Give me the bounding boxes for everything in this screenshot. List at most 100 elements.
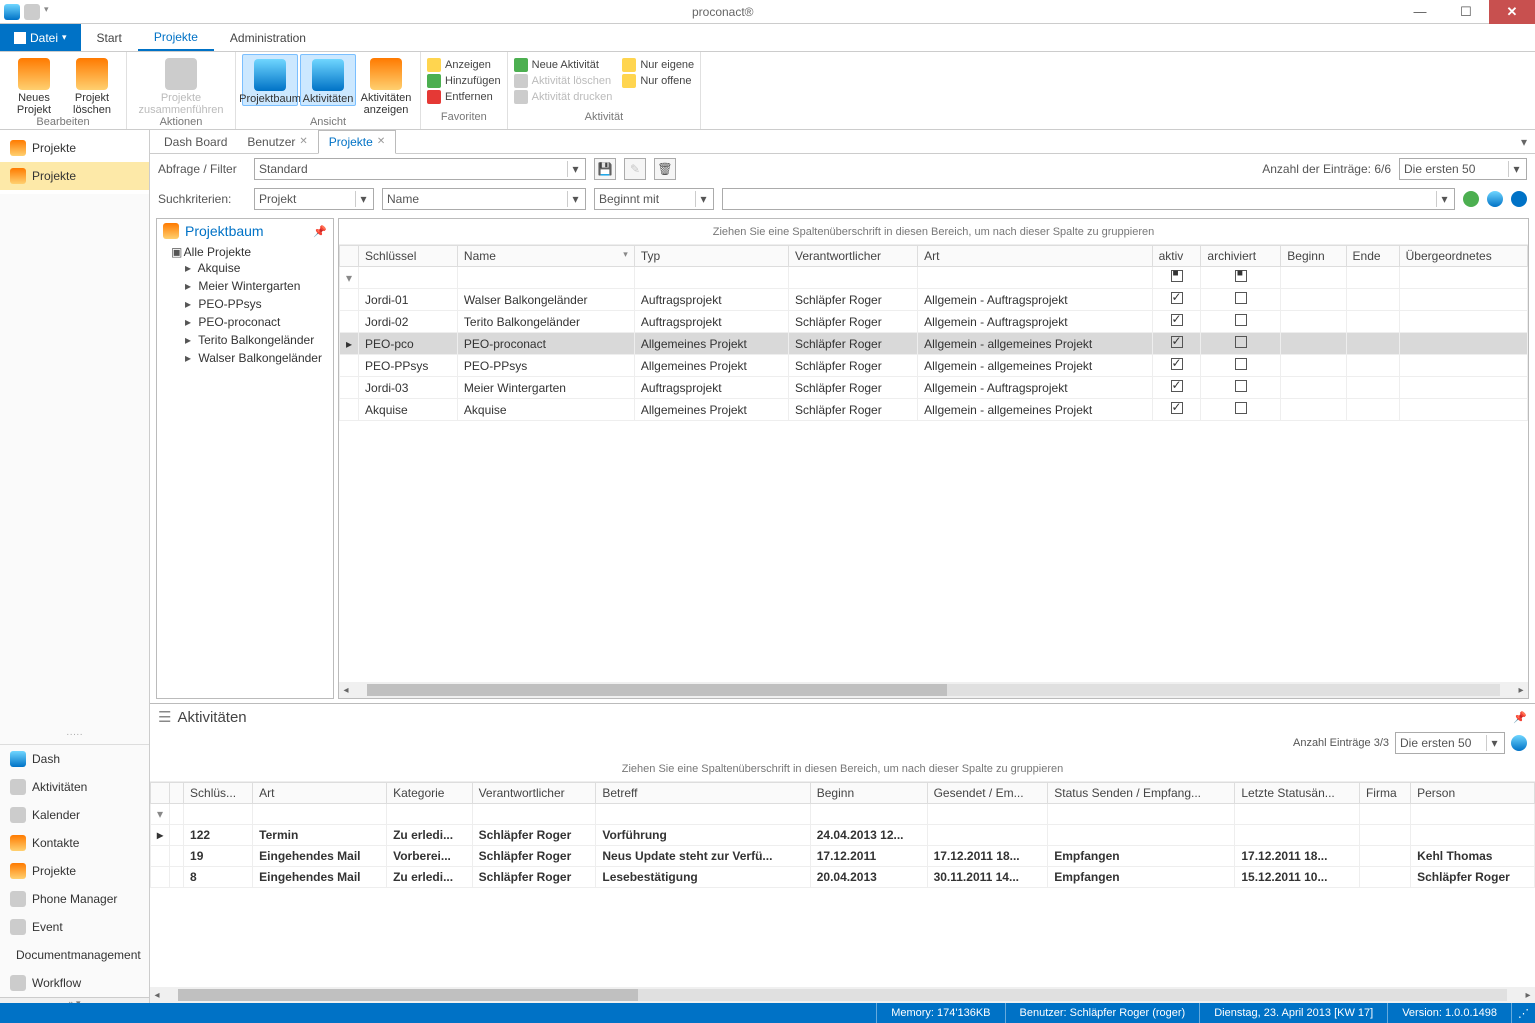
edit-filter-button[interactable]: ✎ [624, 158, 646, 180]
delete-filter-button[interactable]: 🗑 [654, 158, 676, 180]
fav-entfernen[interactable]: Entfernen [427, 90, 501, 104]
tree-item[interactable]: ▸ Meier Wintergarten [185, 277, 333, 295]
tab-benutzer[interactable]: Benutzer✕ [237, 131, 317, 153]
col-header[interactable]: Typ [634, 246, 788, 267]
tab-dashboard[interactable]: Dash Board [154, 131, 237, 153]
nav-item-phone manager[interactable]: Phone Manager [0, 885, 149, 913]
tree-root[interactable]: ▣ Alle Projekte ▸ Akquise▸ Meier Winterg… [171, 243, 333, 369]
table-row[interactable]: 19Eingehendes MailVorberei...Schläpfer R… [151, 846, 1535, 867]
neues-projekt-button[interactable]: Neues Projekt [6, 54, 62, 116]
fav-hinzufuegen[interactable]: Hinzufügen [427, 74, 501, 88]
globe-button[interactable] [1511, 191, 1527, 207]
status-resize-grip[interactable]: ⋰ [1511, 1003, 1535, 1023]
save-filter-button[interactable]: 💾 [594, 158, 616, 180]
col-header[interactable]: Status Senden / Empfang... [1048, 783, 1235, 804]
tree-item[interactable]: ▸ Akquise [185, 259, 333, 277]
search-value-input[interactable]: ▾ [722, 188, 1455, 210]
nav-item-aktivitäten[interactable]: Aktivitäten [0, 773, 149, 801]
col-header[interactable]: Schlüssel [359, 246, 458, 267]
pin-icon[interactable]: 📌 [1513, 711, 1527, 724]
col-header[interactable]: Art [918, 246, 1152, 267]
col-header[interactable]: Letzte Statusän... [1235, 783, 1360, 804]
nav-item-workflow[interactable]: Workflow [0, 969, 149, 997]
activities-horizontal-scroll[interactable]: ◂▸ [150, 987, 1535, 1003]
nur-offene[interactable]: Nur offene [622, 74, 694, 88]
group-drop-hint[interactable]: Ziehen Sie eine Spaltenüberschrift in di… [339, 219, 1528, 245]
page-size-select[interactable]: Die ersten 50▾ [1399, 158, 1527, 180]
filter-abfrage-select[interactable]: Standard▾ [254, 158, 586, 180]
tree-item[interactable]: ▸ Terito Balkongeländer [185, 331, 333, 349]
table-row[interactable]: 8Eingehendes MailZu erledi...Schläpfer R… [151, 867, 1535, 888]
tab-administration[interactable]: Administration [214, 24, 322, 51]
minimize-button[interactable]: — [1397, 0, 1443, 24]
close-icon[interactable]: ✕ [377, 136, 385, 147]
col-header[interactable]: Art [253, 783, 387, 804]
table-row[interactable]: ▸122TerminZu erledi...Schläpfer RogerVor… [151, 825, 1535, 846]
col-header[interactable]: Ende [1346, 246, 1399, 267]
col-header[interactable]: Person [1411, 783, 1535, 804]
col-header[interactable]: Gesendet / Em... [927, 783, 1048, 804]
left-projekte-2[interactable]: Projekte [0, 162, 149, 190]
table-row[interactable]: AkquiseAkquiseAllgemeines ProjektSchläpf… [340, 399, 1528, 421]
nav-item-projekte[interactable]: Projekte [0, 857, 149, 885]
col-header[interactable]: Schlüs... [184, 783, 253, 804]
activities-group-hint[interactable]: Ziehen Sie eine Spaltenüberschrift in di… [150, 756, 1535, 782]
col-header[interactable]: aktiv [1152, 246, 1201, 267]
tab-start[interactable]: Start [81, 24, 138, 51]
table-row[interactable]: ▸PEO-pcoPEO-proconactAllgemeines Projekt… [340, 333, 1528, 355]
col-header[interactable]: Beginn [810, 783, 927, 804]
table-row[interactable]: Jordi-03Meier WintergartenAuftragsprojek… [340, 377, 1528, 399]
table-row[interactable]: Jordi-02Terito BalkongeländerAuftragspro… [340, 311, 1528, 333]
nav-item-event[interactable]: Event [0, 913, 149, 941]
nav-icon [10, 975, 26, 991]
activities-pagesize-select[interactable]: Die ersten 50▾ [1395, 732, 1505, 754]
search-operator-select[interactable]: Beginnt mit▾ [594, 188, 714, 210]
tree-item[interactable]: ▸ PEO-PPsys [185, 295, 333, 313]
nav-item-documentmanagement[interactable]: Documentmanagement [0, 941, 149, 969]
add-criteria-button[interactable] [1463, 191, 1479, 207]
fav-anzeigen[interactable]: Anzeigen [427, 58, 501, 72]
close-icon[interactable]: ✕ [299, 136, 307, 147]
tree-item[interactable]: ▸ PEO-proconact [185, 313, 333, 331]
aktivitaeten-anzeigen-button[interactable]: Aktivitäten anzeigen [358, 54, 414, 116]
nur-eigene[interactable]: Nur eigene [622, 58, 694, 72]
resize-dots[interactable]: ····· [0, 725, 149, 744]
col-header[interactable]: archiviert [1201, 246, 1281, 267]
nav-item-kontakte[interactable]: Kontakte [0, 829, 149, 857]
nav-item-dash[interactable]: Dash [0, 745, 149, 773]
tabs-menu-icon[interactable]: ▾ [1513, 135, 1535, 149]
projektbaum-button[interactable]: Projektbaum [242, 54, 298, 106]
col-header[interactable]: Kategorie [387, 783, 473, 804]
projects-horizontal-scroll[interactable]: ◂▸ [339, 682, 1528, 698]
activities-refresh-button[interactable] [1511, 735, 1527, 751]
col-header[interactable]: Betreff [596, 783, 810, 804]
refresh-button[interactable] [1487, 191, 1503, 207]
tree-item[interactable]: ▸ Walser Balkongeländer [185, 349, 333, 367]
left-projekte-1[interactable]: Projekte [0, 134, 149, 162]
projekt-loeschen-button[interactable]: Projekt löschen [64, 54, 120, 116]
activities-grid[interactable]: Schlüs...ArtKategorieVerantwortlicherBet… [150, 782, 1535, 987]
close-button[interactable]: ✕ [1489, 0, 1535, 24]
projects-grid[interactable]: SchlüsselName▾TypVerantwortlicherArtakti… [339, 245, 1528, 682]
col-header[interactable]: Beginn [1281, 246, 1346, 267]
col-header[interactable]: Verantwortlicher [789, 246, 918, 267]
table-row[interactable]: Jordi-01Walser BalkongeländerAuftragspro… [340, 289, 1528, 311]
col-header[interactable]: Übergeordnetes [1399, 246, 1527, 267]
file-tab[interactable]: Datei▾ [0, 24, 81, 51]
aktivitaeten-button[interactable]: Aktivitäten [300, 54, 356, 106]
col-header[interactable]: Name▾ [457, 246, 634, 267]
qat-icon-1[interactable] [4, 4, 20, 20]
col-header[interactable]: Firma [1359, 783, 1410, 804]
tab-projekte[interactable]: Projekte✕ [318, 130, 396, 154]
tab-projekte[interactable]: Projekte [138, 24, 214, 51]
neue-aktivitaet[interactable]: Neue Aktivität [514, 58, 613, 72]
search-field-select[interactable]: Name▾ [382, 188, 586, 210]
search-entity-select[interactable]: Projekt▾ [254, 188, 374, 210]
pin-icon[interactable]: 📌 [313, 225, 327, 238]
maximize-button[interactable]: ☐ [1443, 0, 1489, 24]
table-row[interactable]: PEO-PPsysPEO-PPsysAllgemeines ProjektSch… [340, 355, 1528, 377]
nav-item-kalender[interactable]: Kalender [0, 801, 149, 829]
qat-icon-2[interactable] [24, 4, 40, 20]
col-header[interactable]: Verantwortlicher [472, 783, 596, 804]
nav-icon [10, 779, 26, 795]
